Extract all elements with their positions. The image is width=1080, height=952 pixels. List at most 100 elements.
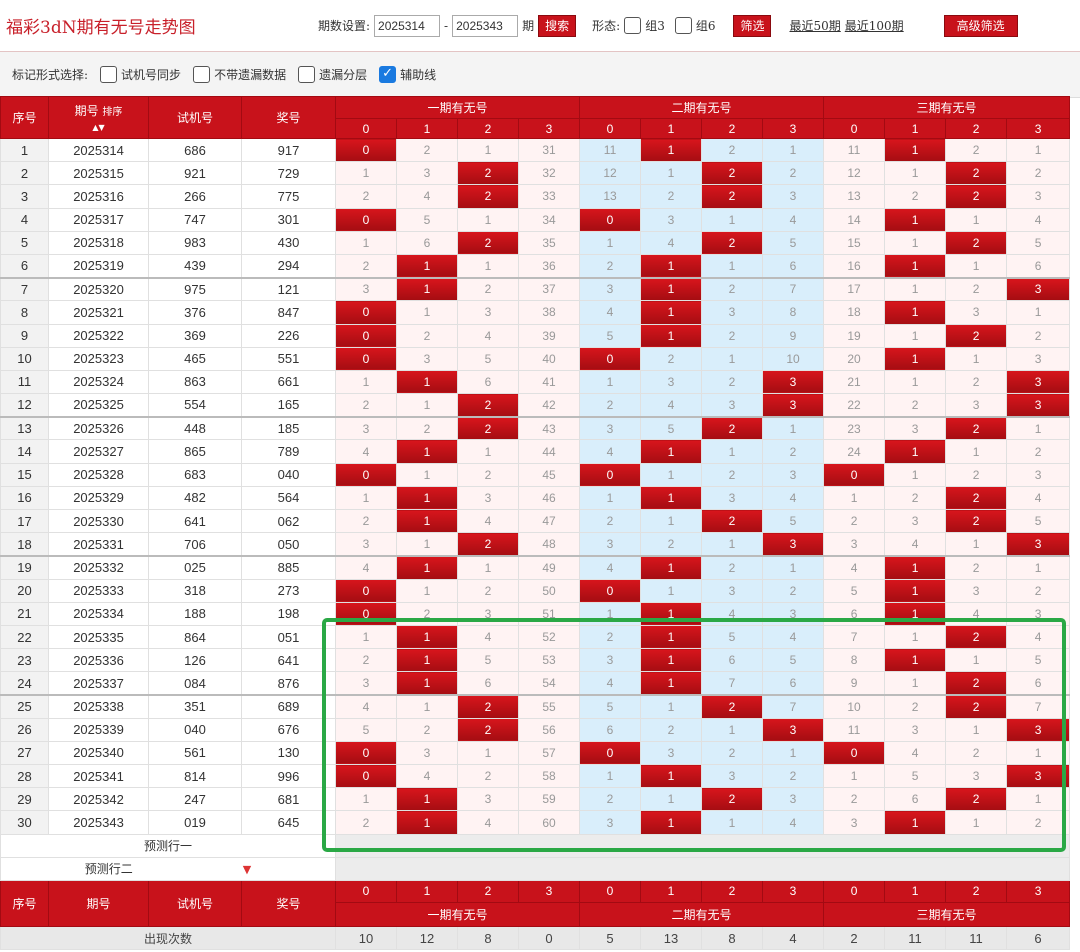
guide-line-checkbox[interactable]: ✓ — [379, 66, 397, 83]
trial-cell: 554 — [148, 393, 242, 418]
predict-row-2-label[interactable]: 预测行二 ▼ — [0, 856, 336, 882]
miss-cell-g1-d1: 2 — [396, 323, 458, 348]
miss-cell-g2-d1: 1 — [640, 462, 703, 487]
table-row: 6 2025319 439 294 2 1 1 36 2 1 1 6 16 1 1 6 — [0, 253, 1071, 279]
hit-cell-g2-d1: 1 — [640, 671, 703, 696]
miss-cell-g1-d3: 38 — [517, 300, 581, 325]
table-row: 28 2025341 814 996 0 4 2 58 1 1 3 2 1 5 3 3 — [0, 764, 1071, 789]
advanced-filter-button[interactable]: 高级筛选 — [943, 14, 1018, 37]
predict-row-1-cells[interactable] — [334, 833, 1071, 858]
miss-layer-label: 遗漏分层 — [319, 68, 368, 82]
miss-cell-g2-d3: 2 — [762, 161, 825, 186]
sort-button[interactable]: 排序 — [102, 107, 122, 118]
seq-cell: 26 — [0, 717, 49, 742]
miss-cell-g1-d1: 2 — [396, 717, 458, 742]
miss-cell-g3-d1: 1 — [884, 276, 947, 302]
trial-cell: 025 — [148, 554, 242, 580]
filter-button[interactable]: 筛选 — [733, 14, 772, 37]
period-cell: 2025342 — [48, 787, 149, 812]
search-button[interactable]: 搜索 — [538, 14, 577, 37]
table-footer: 序号 期号 试机号 奖号 012301230123 一期有无号 二期有无号 三期… — [0, 880, 1071, 951]
miss-cell-g3-d2: 3 — [945, 764, 1008, 789]
table-row: 5 2025318 983 430 1 6 2 35 1 4 2 5 15 1 2 5 — [0, 230, 1071, 255]
table-row: 10 2025323 465 551 0 3 5 40 0 2 1 10 20 1 1 3 — [0, 346, 1071, 371]
miss-cell-g3-d2: 2 — [945, 276, 1008, 302]
trial-cell: 814 — [148, 764, 242, 789]
z3-checkbox[interactable] — [624, 17, 642, 34]
miss-cell-g3-d2: 1 — [945, 439, 1008, 464]
foot-digit-header-g1-digit-2: 2 — [457, 880, 519, 903]
miss-cell-g3-d1: 6 — [884, 787, 947, 812]
miss-cell-g1-d3: 31 — [517, 137, 581, 163]
seq-cell: 27 — [0, 740, 49, 766]
page-title: 福彩3dN期有无号走势图 — [6, 18, 196, 38]
miss-cell-g3-d1: 4 — [884, 740, 947, 766]
hit-cell-g2-d1: 1 — [640, 601, 703, 626]
miss-cell-g1-d3: 56 — [517, 717, 581, 742]
z6-checkbox[interactable] — [674, 17, 692, 34]
predict-row-1-label[interactable]: 预测行一 — [0, 833, 336, 858]
seq-cell: 10 — [0, 346, 49, 371]
miss-cell-g3-d1: 3 — [884, 508, 947, 534]
table-row: 25 2025338 351 689 4 1 2 55 5 1 2 7 10 2 2 7 — [0, 693, 1071, 719]
miss-cell-g1-d0: 1 — [335, 485, 397, 511]
miss-cell-g1-d2: 4 — [457, 508, 519, 534]
foot-digit-header-g3-digit-3: 3 — [1006, 880, 1071, 903]
seq-cell: 11 — [0, 369, 49, 395]
recent-50-link[interactable]: 最近50期 — [789, 17, 840, 34]
hit-cell-g1-d2: 2 — [457, 693, 519, 719]
miss-cell-g2-d2: 1 — [701, 253, 764, 279]
miss-cell-g2-d0: 1 — [579, 764, 642, 789]
period-cell: 2025314 — [48, 137, 149, 163]
recent-100-link[interactable]: 最近100期 — [845, 17, 904, 34]
miss-cell-g2-d1: 4 — [640, 230, 703, 255]
hit-cell-g2-d0: 0 — [579, 207, 642, 232]
prize-cell: 273 — [241, 578, 336, 603]
hit-cell-g1-d1: 1 — [396, 369, 458, 395]
miss-cell-g3-d2: 1 — [945, 346, 1008, 371]
miss-cell-g2-d1: 3 — [640, 740, 703, 766]
miss-cell-g2-d1: 1 — [640, 578, 703, 603]
miss-cell-g2-d0: 4 — [579, 439, 642, 464]
digit-header-g2-digit-3: 3 — [762, 118, 825, 139]
prize-cell: 729 — [241, 161, 336, 186]
miss-cell-g3-d2: 1 — [945, 207, 1008, 232]
seq-cell: 18 — [0, 532, 49, 557]
predict-row-2-cells[interactable] — [334, 856, 1071, 882]
start-period-input[interactable]: 2025314 — [374, 14, 441, 37]
miss-cell-g1-d3: 52 — [517, 624, 581, 650]
period-cell: 2025341 — [48, 764, 149, 789]
trial-cell: 641 — [148, 508, 242, 534]
miss-cell-g2-d3: 4 — [762, 810, 825, 835]
miss-cell-g1-d3: 60 — [517, 810, 581, 835]
end-period-input[interactable]: 2025343 — [452, 14, 519, 37]
period-cell: 2025323 — [48, 346, 149, 371]
miss-layer-checkbox[interactable] — [298, 66, 316, 83]
hit-cell-g3-d2: 2 — [945, 624, 1008, 650]
hit-cell-g1-d0: 0 — [335, 137, 397, 163]
miss-cell-g3-d3: 5 — [1006, 648, 1071, 673]
digit-header-g1-digit-3: 3 — [517, 118, 581, 139]
sort-arrows-icon[interactable]: ▲▼ — [92, 123, 104, 132]
miss-cell-g2-d1: 2 — [640, 532, 703, 557]
period-header-label: 期号 — [74, 104, 99, 118]
foot-group2-header: 二期有无号 — [579, 901, 825, 928]
seq-cell: 21 — [0, 601, 49, 626]
arrow-down-icon[interactable]: ▼ — [243, 863, 251, 876]
no-miss-data-checkbox[interactable] — [193, 66, 211, 83]
miss-cell-g3-d1: 1 — [884, 161, 947, 186]
hit-cell-g2-d1: 1 — [640, 300, 703, 325]
miss-cell-g3-d3: 2 — [1006, 439, 1071, 464]
table-row: 3 2025316 266 775 2 4 2 33 13 2 2 3 13 2 2 3 — [0, 184, 1071, 209]
miss-cell-g1-d1: 2 — [396, 415, 458, 441]
period-cell: 2025317 — [48, 207, 149, 232]
miss-cell-g3-d1: 1 — [884, 624, 947, 650]
trial-cell: 040 — [148, 717, 242, 742]
miss-cell-g1-d2: 3 — [457, 787, 519, 812]
hit-cell-g2-d1: 1 — [640, 624, 703, 650]
trial-sync-checkbox[interactable] — [100, 66, 118, 83]
period-header[interactable]: 期号 排序 ▲▼ — [48, 96, 149, 139]
miss-cell-g3-d3: 4 — [1006, 485, 1071, 511]
miss-cell-g1-d3: 57 — [517, 740, 581, 766]
trial-cell: 266 — [148, 184, 242, 209]
